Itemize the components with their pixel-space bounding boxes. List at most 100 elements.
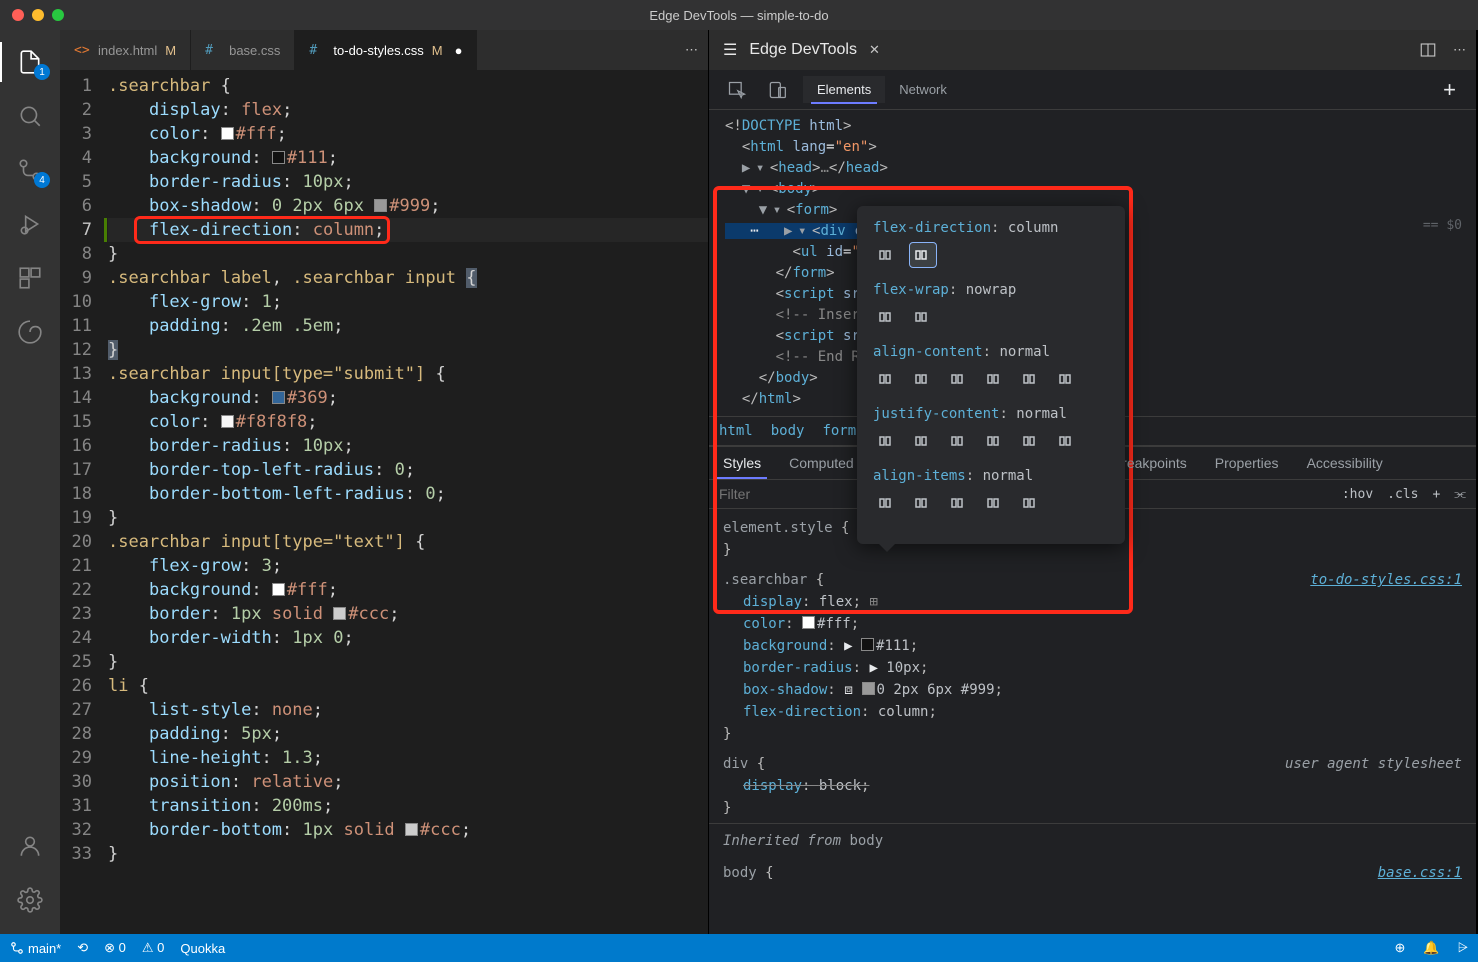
flex-option-icon[interactable] xyxy=(873,304,901,330)
flex-option-icon[interactable] xyxy=(1053,366,1081,392)
file-icon: <> xyxy=(74,43,90,58)
close-window-icon[interactable] xyxy=(12,9,24,21)
styles-subtab[interactable]: Styles xyxy=(709,447,775,479)
edge-icon[interactable] xyxy=(6,316,54,348)
crumb[interactable]: body xyxy=(771,423,805,439)
prop-key[interactable]: color xyxy=(743,616,785,632)
crumb[interactable]: html xyxy=(719,423,753,439)
modified-indicator: M xyxy=(165,43,176,58)
prop-key[interactable]: background xyxy=(743,638,827,654)
activity-bar: 1 4 xyxy=(0,30,60,934)
sb-feedback-icon[interactable]: ⩥ xyxy=(1458,940,1468,956)
prop-key[interactable]: flex-direction xyxy=(743,704,861,720)
flex-prop-key: flex-wrap xyxy=(873,282,949,298)
flex-option-icon[interactable] xyxy=(873,242,901,268)
flex-option-icon[interactable] xyxy=(945,366,973,392)
devtools-menu-icon[interactable]: ☰ xyxy=(723,40,737,60)
extensions-icon[interactable] xyxy=(6,262,54,294)
titlebar: Edge DevTools — simple-to-do xyxy=(0,0,1478,30)
styles-tool[interactable]: :hov xyxy=(1342,487,1373,502)
scm-icon[interactable]: 4 xyxy=(6,154,54,186)
rule-selector[interactable]: .searchbar xyxy=(723,572,807,588)
prop-key[interactable]: box-shadow xyxy=(743,682,827,698)
settings-gear-icon[interactable] xyxy=(6,884,54,916)
prop-value[interactable]: column xyxy=(878,704,929,720)
flex-option-icon[interactable] xyxy=(909,366,937,392)
account-icon[interactable] xyxy=(6,830,54,862)
prop-value[interactable]: block xyxy=(819,778,861,794)
tab-overflow-icon[interactable]: ⋯ xyxy=(685,42,698,58)
flex-option-icon[interactable] xyxy=(945,490,973,516)
prop-value[interactable]: flex xyxy=(819,594,853,610)
styles-subtab[interactable]: Properties xyxy=(1201,447,1293,479)
flex-prop-key: align-items xyxy=(873,468,966,484)
styles-tool[interactable]: .cls xyxy=(1387,487,1418,502)
styles-tool[interactable]: + xyxy=(1432,487,1440,502)
flex-option-icon[interactable] xyxy=(1053,428,1081,454)
editor-tab[interactable]: #to-do-styles.cssM● xyxy=(295,30,477,70)
flex-popup[interactable]: flex-direction: columnflex-wrap: nowrapa… xyxy=(857,206,1125,544)
prop-key[interactable]: display xyxy=(743,778,802,794)
search-icon[interactable] xyxy=(6,100,54,132)
prop-key[interactable]: display xyxy=(743,594,802,610)
source-link[interactable]: to-do-styles.css:1 xyxy=(1310,572,1462,588)
debug-icon[interactable] xyxy=(6,208,54,240)
flex-option-icon[interactable] xyxy=(1017,366,1045,392)
sb-quokka[interactable]: Quokka xyxy=(180,941,225,956)
crumb[interactable]: form xyxy=(822,423,856,439)
inherited-selector[interactable]: body xyxy=(849,833,883,849)
more-icon[interactable]: ⋯ xyxy=(1453,42,1466,58)
sb-sync[interactable]: ⟲ xyxy=(77,940,88,956)
flex-option-icon[interactable] xyxy=(981,490,1009,516)
flex-option-icon[interactable] xyxy=(981,366,1009,392)
editor-tab[interactable]: <> index.html M xyxy=(60,30,191,70)
flex-option-icon[interactable] xyxy=(909,428,937,454)
flex-option-icon[interactable] xyxy=(1017,490,1045,516)
devtools-tab[interactable]: Network xyxy=(885,76,961,103)
split-icon[interactable] xyxy=(1419,41,1437,59)
prop-key[interactable]: border-radius xyxy=(743,660,853,676)
flex-option-icon[interactable] xyxy=(909,304,937,330)
flex-option-icon[interactable] xyxy=(873,490,901,516)
selected-node-hint: == $0 xyxy=(1423,218,1462,233)
devtools-tab[interactable]: Elements xyxy=(803,76,885,103)
prop-value[interactable]: 0 2px 6px #999 xyxy=(877,682,995,698)
devtools-body: <!DOCTYPE html> <html lang="en"> ▶▾<head… xyxy=(709,110,1476,934)
flex-option-icon[interactable] xyxy=(945,428,973,454)
code-content[interactable]: .searchbar { display: flex; color: #fff;… xyxy=(108,70,708,934)
sb-branch[interactable]: main* xyxy=(10,941,61,956)
editor-tab[interactable]: #base.css xyxy=(191,30,295,70)
sb-warnings[interactable]: ⚠ 0 xyxy=(142,940,165,956)
styles-tool[interactable]: ⫘ xyxy=(1454,487,1466,502)
rule-selector[interactable]: body xyxy=(723,865,757,881)
styles-subtab[interactable]: Computed xyxy=(775,447,868,479)
flex-option-icon[interactable] xyxy=(981,428,1009,454)
sb-copilot-icon[interactable]: ⊕ xyxy=(1395,940,1406,956)
flex-option-icon[interactable] xyxy=(873,366,901,392)
sb-errors[interactable]: ⊗ 0 xyxy=(104,940,126,956)
minimize-window-icon[interactable] xyxy=(32,9,44,21)
inspect-element-icon[interactable] xyxy=(717,74,757,106)
tab-label: index.html xyxy=(98,43,157,58)
devtools-toolbar: ElementsNetwork + xyxy=(709,70,1476,110)
close-devtools-icon[interactable]: ✕ xyxy=(869,42,880,58)
add-tab-icon[interactable]: + xyxy=(1431,77,1468,103)
rule-selector[interactable]: div xyxy=(723,756,748,772)
flex-option-icon[interactable] xyxy=(909,242,937,268)
explorer-icon[interactable]: 1 xyxy=(6,46,54,78)
flex-prop-value: normal xyxy=(999,344,1050,360)
prop-value[interactable]: #111 xyxy=(876,638,910,654)
styles-rules[interactable]: element.style {}to-do-styles.css:1.searc… xyxy=(709,509,1476,934)
flex-option-icon[interactable] xyxy=(909,490,937,516)
flex-option-icon[interactable] xyxy=(1017,428,1045,454)
styles-subtab[interactable]: Accessibility xyxy=(1293,447,1397,479)
rule-selector[interactable]: element.style xyxy=(723,520,833,536)
source-link[interactable]: base.css:1 xyxy=(1378,865,1462,881)
modified-indicator: M xyxy=(432,43,443,58)
sb-bell-icon[interactable]: 🔔 xyxy=(1423,940,1439,956)
device-toggle-icon[interactable] xyxy=(757,74,797,106)
flex-option-icon[interactable] xyxy=(873,428,901,454)
maximize-window-icon[interactable] xyxy=(52,9,64,21)
prop-value[interactable]: 10px xyxy=(886,660,920,676)
prop-value[interactable]: #fff xyxy=(817,616,851,632)
